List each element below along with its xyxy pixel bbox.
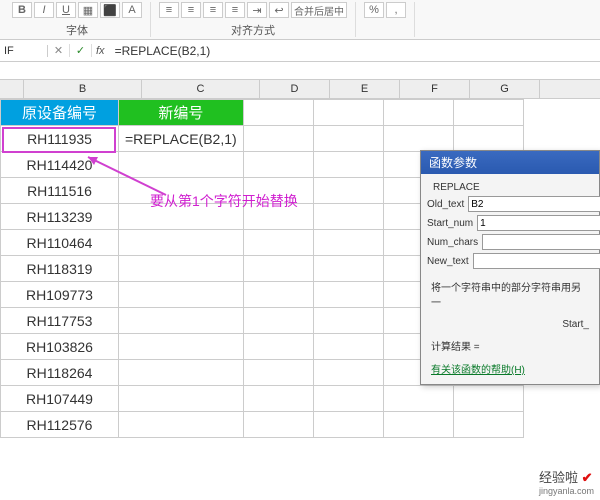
column-headers: B C D E F G — [0, 80, 600, 99]
col-g[interactable]: G — [470, 80, 540, 98]
cell[interactable] — [119, 360, 244, 386]
check-icon: ✔ — [582, 470, 593, 485]
cell[interactable]: RH111516 — [1, 178, 119, 204]
align-group-label: 对齐方式 — [231, 22, 275, 38]
old-text-label: Old_text — [427, 199, 468, 210]
italic-button[interactable]: I — [34, 2, 54, 18]
font-color-button[interactable]: A — [122, 2, 142, 18]
dialog-desc2: Start_ — [431, 319, 589, 330]
new-text-input[interactable] — [473, 253, 600, 269]
align-group: ≡ ≡ ≡ ≡ ⇥ ↩ 合并后居中 对齐方式 — [151, 2, 356, 37]
cell[interactable]: RH117753 — [1, 308, 119, 334]
cell[interactable]: RH109773 — [1, 282, 119, 308]
function-args-dialog[interactable]: 函数参数 REPLACE Old_text Start_num Num_char… — [420, 150, 600, 385]
cell[interactable]: RH110464 — [1, 230, 119, 256]
cell[interactable] — [383, 100, 453, 126]
underline-button[interactable]: U — [56, 2, 76, 18]
header-b[interactable]: 原设备编号 — [1, 100, 119, 126]
cell[interactable]: RH107449 — [1, 386, 119, 412]
cell[interactable] — [119, 152, 244, 178]
align-left-button[interactable]: ≡ — [203, 2, 223, 18]
cell[interactable] — [119, 334, 244, 360]
col-e[interactable]: E — [330, 80, 400, 98]
cell[interactable] — [119, 256, 244, 282]
cell[interactable] — [313, 100, 383, 126]
fx-icon[interactable]: fx — [92, 45, 109, 57]
ribbon: B I U ▦ ⬛ A 字体 ≡ ≡ ≡ ≡ ⇥ ↩ 合并后居中 对齐方式 % … — [0, 0, 600, 40]
font-group-label: 字体 — [66, 22, 88, 38]
dialog-result: 计算结果 = — [431, 338, 589, 353]
start-num-label: Start_num — [427, 218, 477, 229]
watermark: 经验啦 ✔ jingyanla.com — [539, 467, 594, 496]
cell[interactable]: RH112576 — [1, 412, 119, 438]
dialog-help-link[interactable]: 有关该函数的帮助(H) — [431, 361, 589, 376]
bold-button[interactable]: B — [12, 2, 32, 18]
cell[interactable]: RH114420 — [1, 152, 119, 178]
align-center-button[interactable]: ≡ — [225, 2, 245, 18]
header-c[interactable]: 新编号 — [119, 100, 244, 126]
cell[interactable]: RH118319 — [1, 256, 119, 282]
number-group: % , — [356, 2, 415, 37]
align-top-button[interactable]: ≡ — [159, 2, 179, 18]
cell[interactable] — [243, 100, 313, 126]
wrap-button[interactable]: ↩ — [269, 2, 289, 18]
watermark-text: 经验啦 — [539, 470, 578, 485]
cell[interactable] — [119, 412, 244, 438]
align-middle-button[interactable]: ≡ — [181, 2, 201, 18]
new-text-label: New_text — [427, 256, 473, 267]
font-group: B I U ▦ ⬛ A 字体 — [4, 2, 151, 37]
annotation-text: 要从第1个字符开始替换 — [150, 191, 298, 211]
cell[interactable] — [119, 230, 244, 256]
cell[interactable]: RH113239 — [1, 204, 119, 230]
dialog-title: 函数参数 — [421, 151, 599, 174]
watermark-domain: jingyanla.com — [539, 486, 594, 496]
num-chars-input[interactable] — [482, 234, 600, 250]
cell[interactable] — [453, 100, 523, 126]
old-text-input[interactable] — [468, 196, 600, 212]
merge-button[interactable]: 合并后居中 — [291, 2, 347, 18]
num-chars-label: Num_chars — [427, 237, 482, 248]
cell[interactable]: RH118264 — [1, 360, 119, 386]
col-f[interactable]: F — [400, 80, 470, 98]
dialog-func-name: REPLACE — [433, 182, 587, 193]
dialog-desc: 将一个字符串中的部分字符串用另一 — [431, 279, 589, 309]
start-num-input[interactable] — [477, 215, 600, 231]
col-b[interactable]: B — [24, 80, 142, 98]
name-box[interactable]: IF — [0, 45, 48, 57]
border-button[interactable]: ▦ — [78, 2, 98, 18]
cell-b2[interactable]: RH111935 — [1, 126, 119, 152]
cell[interactable] — [119, 282, 244, 308]
select-all[interactable] — [0, 80, 24, 98]
col-c[interactable]: C — [142, 80, 260, 98]
cancel-icon[interactable]: ✕ — [48, 44, 70, 57]
cell[interactable]: RH103826 — [1, 334, 119, 360]
comma-button[interactable]: , — [386, 2, 406, 18]
fill-color-button[interactable]: ⬛ — [100, 2, 120, 18]
indent-button[interactable]: ⇥ — [247, 2, 267, 18]
formula-bar: IF ✕ ✓ fx =REPLACE(B2,1) — [0, 40, 600, 62]
percent-button[interactable]: % — [364, 2, 384, 18]
cell[interactable] — [119, 386, 244, 412]
formula-input[interactable]: =REPLACE(B2,1) — [109, 44, 600, 58]
confirm-icon[interactable]: ✓ — [70, 44, 92, 57]
col-d[interactable]: D — [260, 80, 330, 98]
cell-c2[interactable]: =REPLACE(B2,1) — [119, 126, 244, 152]
cell[interactable] — [119, 308, 244, 334]
